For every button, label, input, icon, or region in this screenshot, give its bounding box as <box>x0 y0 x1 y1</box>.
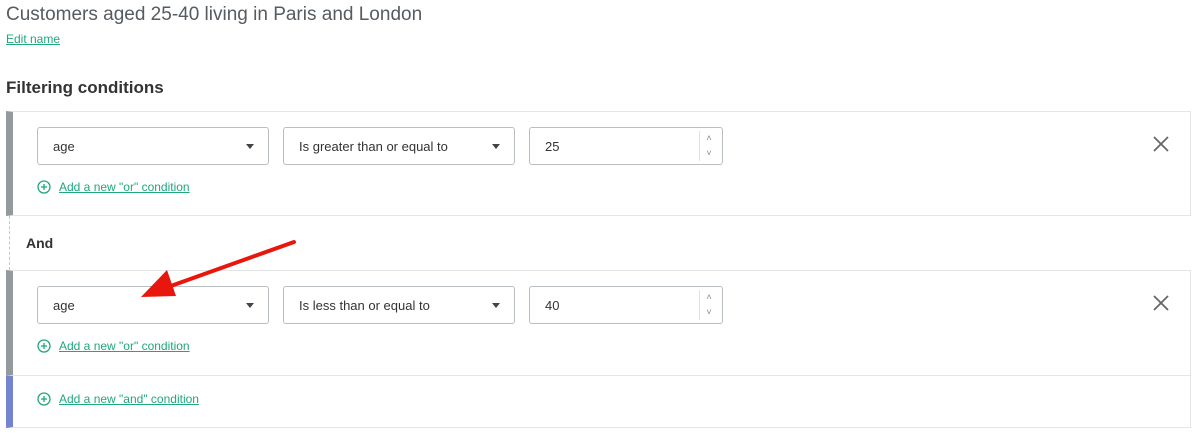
operator-select[interactable]: Is greater than or equal to <box>283 127 515 165</box>
caret-down-icon <box>492 303 500 308</box>
operator-select-value: Is greater than or equal to <box>299 139 448 154</box>
chevron-down-icon[interactable]: ˅ <box>700 146 718 161</box>
chevron-up-icon[interactable]: ˄ <box>700 131 718 146</box>
add-and-condition-block: Add a new "and" condition <box>6 376 1191 428</box>
caret-down-icon <box>246 144 254 149</box>
and-joiner-label: And <box>26 235 54 251</box>
add-or-condition-label: Add a new "or" condition <box>59 339 190 353</box>
number-spinner[interactable]: ˄ ˅ <box>699 131 718 161</box>
add-or-condition-label: Add a new "or" condition <box>59 180 190 194</box>
edit-name-link[interactable]: Edit name <box>6 32 60 46</box>
and-connector-line <box>9 216 10 270</box>
filtering-conditions-title: Filtering conditions <box>6 78 164 97</box>
field-select-value: age <box>53 298 75 313</box>
operator-select[interactable]: Is less than or equal to <box>283 286 515 324</box>
caret-down-icon <box>246 303 254 308</box>
chevron-up-icon[interactable]: ˄ <box>700 290 718 305</box>
field-select[interactable]: age <box>37 286 269 324</box>
close-icon[interactable] <box>1150 292 1172 314</box>
add-or-condition-link[interactable]: Add a new "or" condition <box>37 180 190 194</box>
close-icon[interactable] <box>1150 133 1172 155</box>
field-select-value: age <box>53 139 75 154</box>
plus-circle-icon <box>37 180 51 194</box>
add-and-condition-label: Add a new "and" condition <box>59 392 199 406</box>
condition-block: age Is less than or equal to 40 ˄ ˅ Add … <box>6 270 1191 376</box>
chevron-down-icon[interactable]: ˅ <box>700 305 718 320</box>
value-input[interactable]: 40 ˄ ˅ <box>529 286 723 324</box>
condition-block: age Is greater than or equal to 25 ˄ ˅ A… <box>6 111 1191 216</box>
plus-circle-icon <box>37 339 51 353</box>
value-input-text: 25 <box>545 139 560 154</box>
operator-select-value: Is less than or equal to <box>299 298 430 313</box>
caret-down-icon <box>492 144 500 149</box>
add-or-condition-link[interactable]: Add a new "or" condition <box>37 339 190 353</box>
plus-circle-icon <box>37 392 51 406</box>
segment-name: Customers aged 25-40 living in Paris and… <box>6 4 423 25</box>
add-and-condition-link[interactable]: Add a new "and" condition <box>37 392 199 406</box>
value-input[interactable]: 25 ˄ ˅ <box>529 127 723 165</box>
number-spinner[interactable]: ˄ ˅ <box>699 290 718 320</box>
value-input-text: 40 <box>545 298 560 313</box>
field-select[interactable]: age <box>37 127 269 165</box>
